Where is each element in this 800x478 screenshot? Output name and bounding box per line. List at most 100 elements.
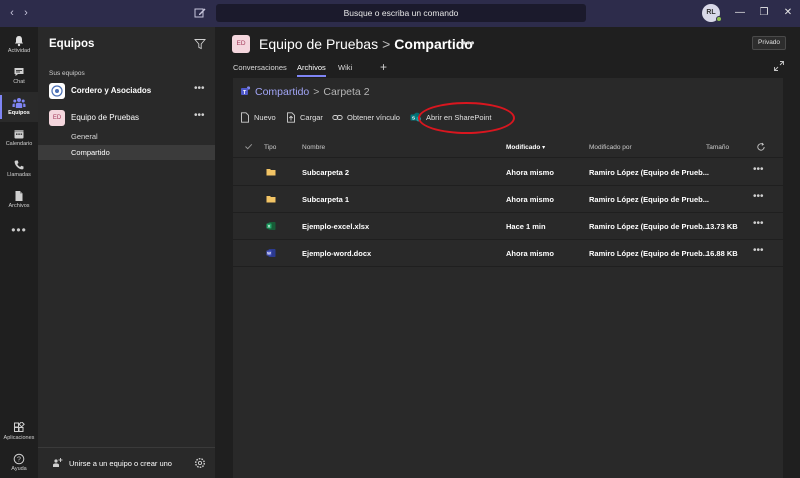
breadcrumb-current: Carpeta 2: [323, 86, 370, 98]
close-button[interactable]: ✕: [780, 5, 796, 21]
highlight-annotation: [418, 102, 515, 134]
maximize-button[interactable]: ❐: [756, 5, 772, 21]
search-input[interactable]: Busque o escriba un comando: [216, 4, 586, 22]
table-header: Tipo Nombre Modificado ▾ Modificado por …: [233, 138, 783, 158]
gear-icon[interactable]: [194, 457, 206, 469]
files-icon: [15, 191, 23, 201]
filter-icon[interactable]: [194, 38, 206, 50]
rail-item-teams[interactable]: Equipos: [0, 92, 38, 122]
phone-icon: [14, 160, 24, 170]
teams-panel: Equipos Sus equipos Cordero y Asociados …: [38, 27, 215, 478]
svg-text:?: ?: [17, 457, 21, 464]
table-row[interactable]: Subcarpeta 1 Ahora mismo Ramiro López (E…: [233, 186, 783, 213]
team-title: Equipo de Pruebas: [259, 36, 379, 52]
upload-button[interactable]: Cargar: [286, 110, 323, 126]
channel-team-avatar: ED: [232, 35, 250, 53]
user-avatar[interactable]: RL: [702, 4, 722, 22]
svg-text:X: X: [268, 224, 271, 229]
new-file-icon: [241, 112, 249, 123]
select-all-icon[interactable]: [244, 142, 253, 153]
folder-icon: [266, 169, 276, 176]
file-size: 16.88 KB: [706, 249, 738, 258]
team-more-icon[interactable]: •••: [194, 83, 205, 94]
table-row[interactable]: W Ejemplo-word.docx Ahora mismo Ramiro L…: [233, 240, 783, 267]
file-modified: Hace 1 min: [506, 222, 546, 231]
sort-indicator-icon: ▾: [542, 145, 546, 151]
rail-item-apps[interactable]: Aplicaciones: [0, 417, 38, 447]
back-arrow-icon[interactable]: ‹: [5, 6, 19, 20]
team-name: Cordero y Asociados: [71, 86, 152, 95]
link-icon: [332, 115, 343, 120]
rail-more-icon[interactable]: •••: [0, 223, 38, 237]
tab-wiki[interactable]: Wiki: [338, 63, 352, 72]
column-modified-by[interactable]: Modificado por: [589, 144, 632, 151]
channel-item-general[interactable]: General: [38, 129, 215, 144]
app-rail: Actividad Chat Equipos Calendario Llamad…: [0, 27, 38, 478]
rail-item-chat[interactable]: Chat: [0, 61, 38, 91]
get-link-button[interactable]: Obtener vínculo: [332, 110, 400, 126]
refresh-icon[interactable]: [756, 142, 766, 154]
table-row[interactable]: X Ejemplo-excel.xlsx Hace 1 min Ramiro L…: [233, 213, 783, 240]
minimize-button[interactable]: —: [732, 5, 748, 21]
rail-item-files[interactable]: Archivos: [0, 185, 38, 215]
file-name[interactable]: Subcarpeta 2: [302, 168, 349, 177]
privacy-badge: Privado: [752, 36, 787, 50]
rail-item-calls[interactable]: Llamadas: [0, 154, 38, 184]
title-bar: ‹ › Busque o escriba un comando RL — ❐ ✕: [0, 0, 800, 27]
column-name[interactable]: Nombre: [302, 144, 325, 151]
add-tab-icon[interactable]: +: [380, 60, 387, 74]
help-icon: ?: [13, 453, 25, 465]
breadcrumb-root[interactable]: Compartido: [255, 86, 309, 98]
file-name[interactable]: Ejemplo-excel.xlsx: [302, 222, 369, 231]
calendar-icon: [14, 130, 24, 139]
section-label: Sus equipos: [49, 70, 85, 77]
tab-archivos[interactable]: Archivos: [297, 63, 326, 77]
team-item-cordero[interactable]: Cordero y Asociados •••: [38, 80, 215, 104]
chat-icon: [14, 68, 24, 76]
rail-item-calendar[interactable]: Calendario: [0, 123, 38, 153]
excel-icon: X: [266, 222, 276, 230]
page-title: Equipo de Pruebas > Compartido: [259, 36, 473, 52]
column-modified[interactable]: Modificado ▾: [506, 144, 545, 151]
row-more-icon[interactable]: •••: [753, 218, 764, 229]
svg-text:W: W: [267, 251, 271, 256]
rail-item-activity[interactable]: Actividad: [0, 30, 38, 60]
presence-indicator: [716, 16, 722, 22]
table-row[interactable]: Subcarpeta 2 Ahora mismo Ramiro López (E…: [233, 159, 783, 186]
files-content: T Compartido > Carpeta 2 Nuevo Cargar Obten…: [233, 78, 783, 478]
new-chat-icon[interactable]: [193, 6, 207, 20]
column-size[interactable]: Tamaño: [706, 144, 729, 151]
upload-icon: [287, 112, 295, 123]
title-separator: >: [382, 36, 391, 52]
channel-item-compartido[interactable]: Compartido: [38, 145, 215, 160]
file-name[interactable]: Ejemplo-word.docx: [302, 249, 371, 258]
word-icon: W: [266, 249, 276, 257]
forward-arrow-icon[interactable]: ›: [19, 6, 33, 20]
rail-item-help[interactable]: ? Ayuda: [0, 448, 38, 478]
breadcrumb: T Compartido > Carpeta 2: [240, 85, 370, 98]
expand-icon[interactable]: [773, 60, 785, 72]
column-type[interactable]: Tipo: [264, 144, 276, 151]
file-modified: Ahora mismo: [506, 195, 554, 204]
file-modified: Ahora mismo: [506, 249, 554, 258]
file-modified-by: Ramiro López (Equipo de Prueb...: [589, 249, 710, 258]
team-name: Equipo de Pruebas: [71, 113, 140, 122]
file-modified-by: Ramiro López (Equipo de Prueb...: [589, 168, 710, 177]
bell-icon: [15, 36, 23, 47]
team-item-equipo-de-pruebas[interactable]: ED Equipo de Pruebas •••: [38, 107, 215, 131]
tab-conversaciones[interactable]: Conversaciones: [233, 63, 287, 72]
join-or-create-team-link[interactable]: Unirse a un equipo o crear uno: [69, 459, 172, 468]
panel-title: Equipos: [49, 38, 95, 50]
breadcrumb-separator: >: [313, 86, 320, 98]
new-button[interactable]: Nuevo: [240, 110, 276, 126]
teams-icon: [12, 98, 26, 108]
channel-more-icon[interactable]: •••: [462, 36, 475, 50]
file-name[interactable]: Subcarpeta 1: [302, 195, 349, 204]
main-area: ED Equipo de Pruebas > Compartido ••• Priv…: [215, 27, 800, 478]
join-team-icon[interactable]: [51, 457, 63, 469]
team-more-icon[interactable]: •••: [194, 110, 205, 121]
team-logo-icon: [51, 85, 63, 97]
row-more-icon[interactable]: •••: [753, 245, 764, 256]
row-more-icon[interactable]: •••: [753, 164, 764, 175]
row-more-icon[interactable]: •••: [753, 191, 764, 202]
